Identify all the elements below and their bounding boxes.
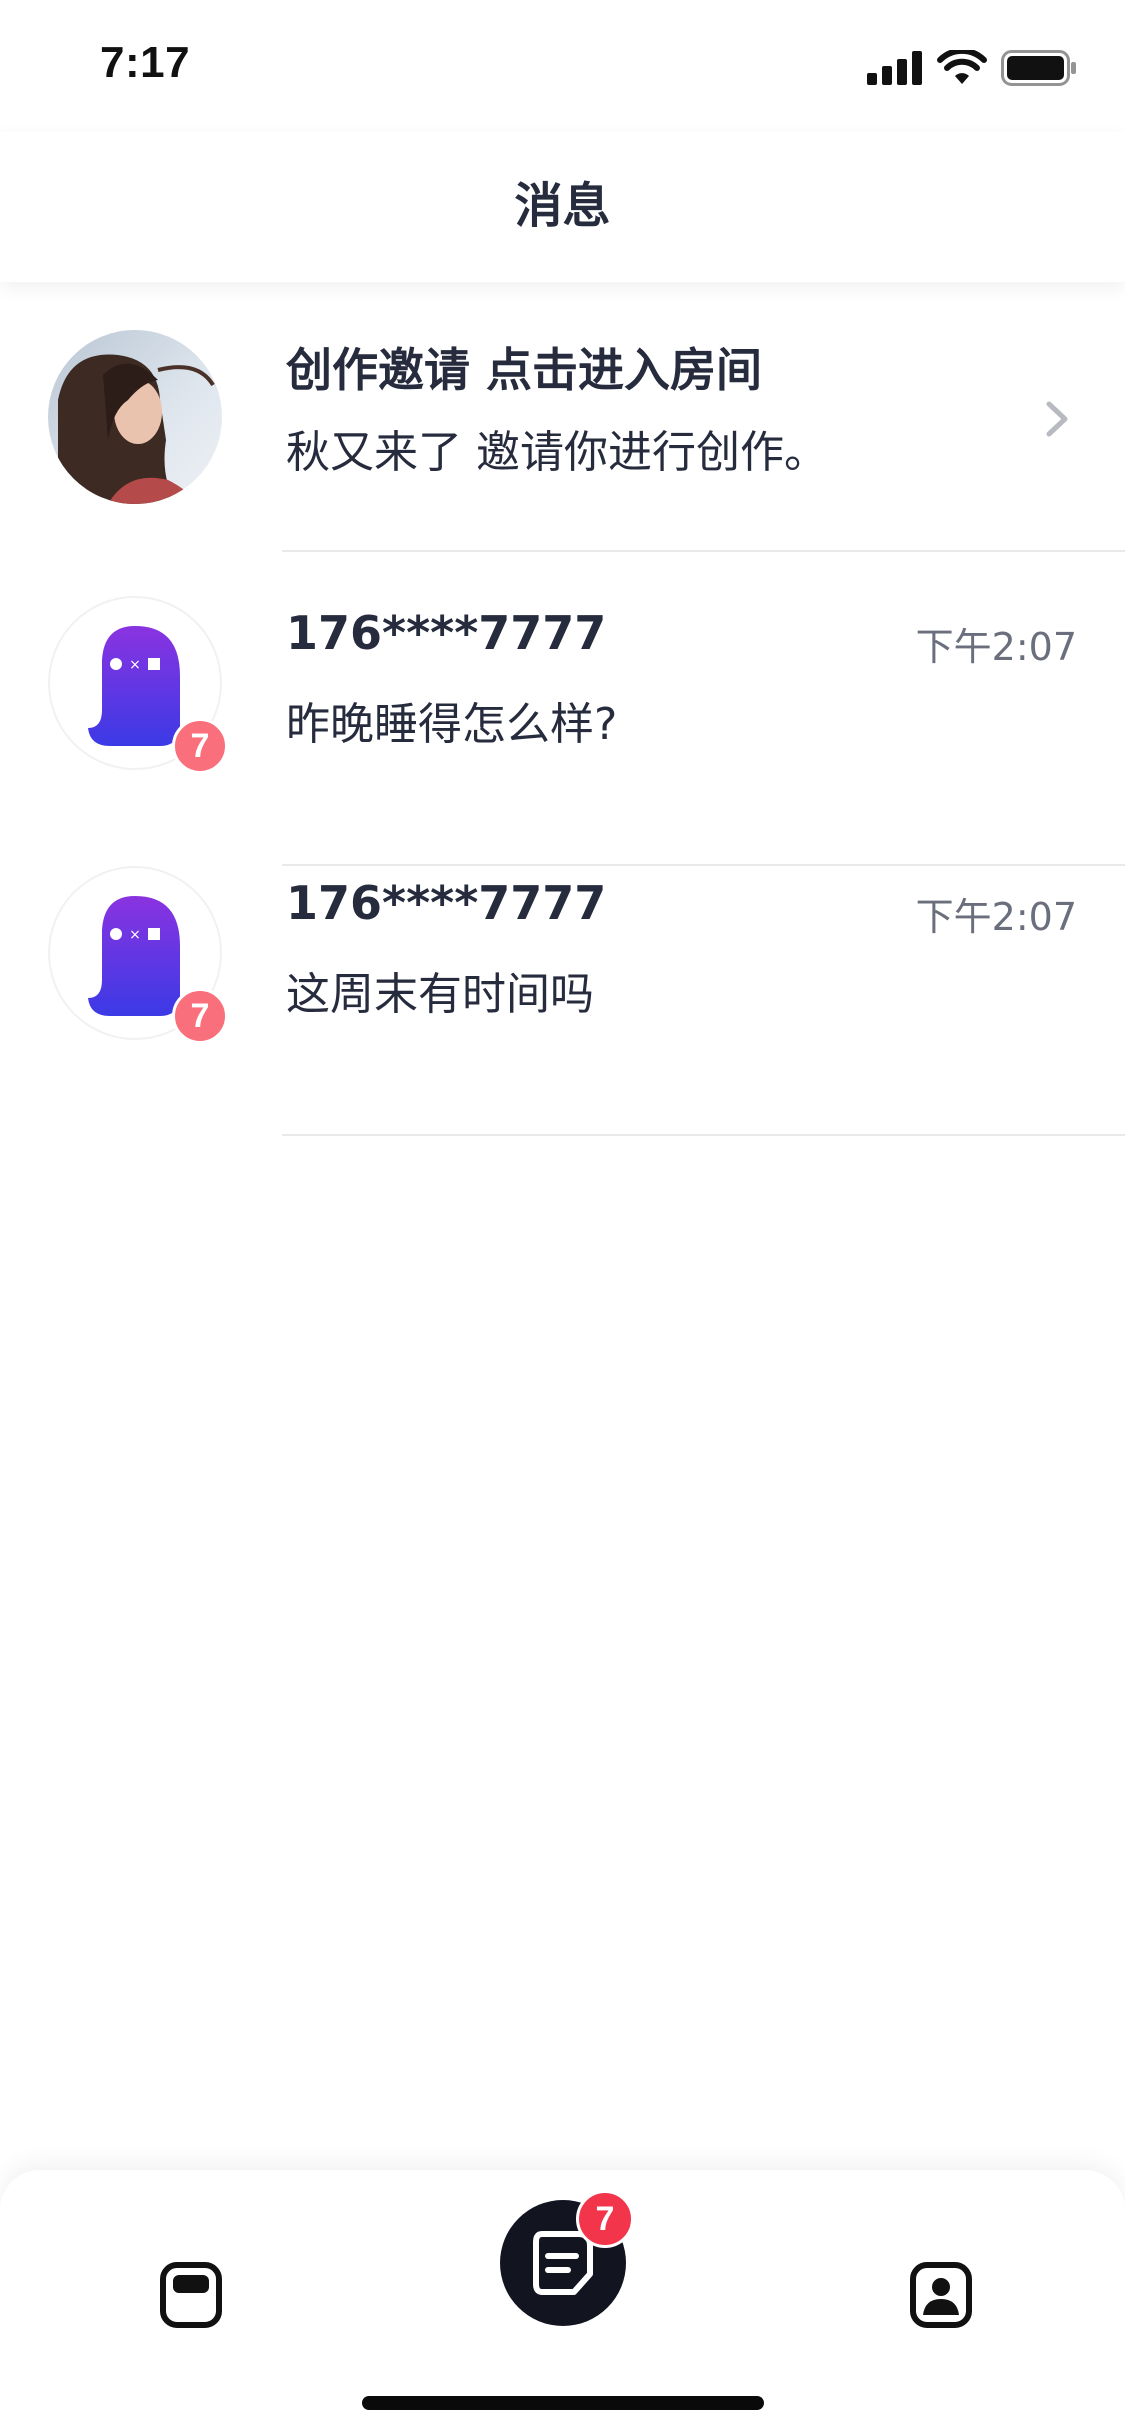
message-preview: 这周末有时间吗 xyxy=(286,969,594,1020)
divider xyxy=(282,550,1125,552)
home-card-icon xyxy=(160,2262,222,2328)
divider xyxy=(282,1134,1125,1136)
avatar: × 7 xyxy=(48,596,228,774)
tab-messages[interactable]: 7 xyxy=(500,2190,634,2326)
messages-screen: 7:17 消息 创作邀请 点击进入房间 秋又来了 邀请你进行创作。 × 7 17… xyxy=(0,0,1125,2436)
contact-name: 176****7777 xyxy=(286,606,607,660)
profile-icon xyxy=(910,2262,972,2328)
tab-home[interactable] xyxy=(126,2230,256,2360)
signal-icon xyxy=(867,51,922,85)
invite-item[interactable]: 创作邀请 点击进入房间 秋又来了 邀请你进行创作。 xyxy=(0,282,1125,552)
message-time: 下午2:07 xyxy=(915,895,1077,939)
page-title: 消息 xyxy=(514,178,611,234)
avatar xyxy=(48,330,222,504)
status-bar: 7:17 xyxy=(0,0,1125,132)
chevron-right-icon xyxy=(1046,401,1068,437)
list-item[interactable]: × 7 176****7777 下午2:07 昨晚睡得怎么样? xyxy=(0,596,1125,866)
unread-badge: 7 xyxy=(172,988,228,1044)
invite-title: 创作邀请 点击进入房间 xyxy=(286,343,763,397)
tab-badge: 7 xyxy=(576,2190,634,2248)
tab-profile[interactable] xyxy=(876,2230,1006,2360)
avatar: × 7 xyxy=(48,866,228,1044)
home-indicator xyxy=(362,2396,764,2410)
message-time: 下午2:07 xyxy=(915,625,1077,669)
unread-badge: 7 xyxy=(172,718,228,774)
wifi-icon xyxy=(937,50,987,84)
nav-header: 消息 xyxy=(0,132,1125,282)
avatar-photo-icon xyxy=(48,330,222,504)
contact-name: 176****7777 xyxy=(286,876,607,930)
battery-icon xyxy=(1001,50,1076,86)
status-icons xyxy=(867,50,1077,86)
svg-text:×: × xyxy=(129,657,141,673)
message-preview: 昨晚睡得怎么样? xyxy=(286,699,618,750)
svg-text:×: × xyxy=(129,927,141,943)
list-item[interactable]: × 7 176****7777 下午2:07 这周末有时间吗 xyxy=(0,866,1125,1136)
message-list: 创作邀请 点击进入房间 秋又来了 邀请你进行创作。 × 7 176****777… xyxy=(0,282,1125,1136)
invite-subtitle: 秋又来了 邀请你进行创作。 xyxy=(286,427,828,478)
status-time: 7:17 xyxy=(100,38,191,87)
